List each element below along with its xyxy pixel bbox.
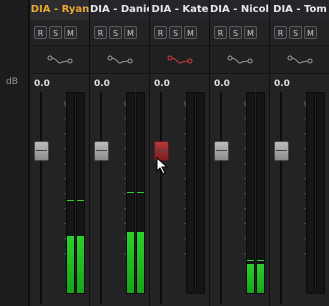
eq-slot[interactable] [270, 45, 329, 74]
level-meter [186, 92, 195, 294]
eq-slot[interactable] [150, 45, 210, 74]
level-meter [76, 92, 85, 294]
mouse-cursor-icon [156, 157, 169, 175]
channel-name[interactable]: DIA - Kate [150, 0, 210, 20]
channel-strip: DIA - RyanRSM0.00-5-10-15-20-25-30-35-40… [29, 0, 90, 306]
solo-button[interactable]: S [169, 26, 182, 39]
channel-name[interactable]: DIA - Daniel [90, 0, 150, 20]
mute-button[interactable]: M [184, 26, 197, 39]
level-meters [30, 92, 90, 304]
eq-slot[interactable] [30, 45, 90, 74]
channel-name[interactable]: DIA - Tom [270, 0, 329, 20]
level-meter [196, 92, 205, 294]
eq-curve-icon [287, 55, 313, 64]
meter-peak-hold [137, 192, 144, 193]
peak-level-readout: 0.0 [274, 79, 290, 89]
solo-button[interactable]: S [109, 26, 122, 39]
level-meter [136, 92, 145, 294]
record-button[interactable]: R [154, 26, 167, 39]
left-gutter: dB [0, 0, 29, 306]
mute-button[interactable]: M [244, 26, 257, 39]
meter-peak-hold [77, 200, 84, 201]
solo-button[interactable]: S [229, 26, 242, 39]
meter-fill [247, 264, 254, 293]
eq-curve-icon [227, 55, 253, 64]
level-meters [90, 92, 150, 304]
eq-curve-icon [107, 55, 133, 64]
channel-strip: DIA - NicoleRSM0.00-5-10-15-20-25-30-35-… [209, 0, 270, 306]
rsm-buttons: RSM [34, 26, 77, 39]
channel-name[interactable]: DIA - Nicole [210, 0, 270, 20]
level-meter [316, 92, 325, 294]
mute-button[interactable]: M [304, 26, 317, 39]
level-meter [256, 92, 265, 294]
level-meter [246, 92, 255, 294]
audio-mixer: dB DIA - RyanRSM0.00-5-10-15-20-25-30-35… [0, 0, 329, 306]
peak-level-readout: 0.0 [94, 79, 110, 89]
peak-level-readout: 0.0 [214, 79, 230, 89]
level-meters [270, 92, 329, 304]
db-units-label: dB [6, 77, 18, 87]
eq-slot[interactable] [90, 45, 150, 74]
channel-strip: DIA - TomRSM0.00-5-10-15-20-25-30-35-40-… [269, 0, 329, 306]
meter-fill [137, 232, 144, 293]
level-meter [126, 92, 135, 294]
rsm-buttons: RSM [214, 26, 257, 39]
eq-curve-icon [47, 55, 73, 64]
channel-strip: DIA - KateRSM0.00-5-10-15-20-25-30-35-40… [149, 0, 210, 306]
meter-peak-hold [247, 260, 254, 261]
rsm-buttons: RSM [94, 26, 137, 39]
level-meters [210, 92, 270, 304]
level-meter [66, 92, 75, 294]
channel-strip: DIA - DanielRSM0.00-5-10-15-20-25-30-35-… [89, 0, 150, 306]
record-button[interactable]: R [34, 26, 47, 39]
eq-curve-icon [167, 55, 193, 64]
rsm-buttons: RSM [274, 26, 317, 39]
solo-button[interactable]: S [289, 26, 302, 39]
eq-slot[interactable] [210, 45, 270, 74]
meter-peak-hold [257, 260, 264, 261]
mute-button[interactable]: M [124, 26, 137, 39]
meter-peak-hold [67, 200, 74, 201]
meter-fill [67, 236, 74, 293]
level-meter [306, 92, 315, 294]
record-button[interactable]: R [214, 26, 227, 39]
peak-level-readout: 0.0 [154, 79, 170, 89]
meter-fill [257, 264, 264, 293]
record-button[interactable]: R [274, 26, 287, 39]
peak-level-readout: 0.0 [34, 79, 50, 89]
meter-peak-hold [127, 192, 134, 193]
meter-fill [77, 236, 84, 293]
mute-button[interactable]: M [64, 26, 77, 39]
level-meters [150, 92, 210, 304]
solo-button[interactable]: S [49, 26, 62, 39]
channel-name[interactable]: DIA - Ryan [30, 0, 90, 20]
rsm-buttons: RSM [154, 26, 197, 39]
record-button[interactable]: R [94, 26, 107, 39]
meter-fill [127, 232, 134, 293]
